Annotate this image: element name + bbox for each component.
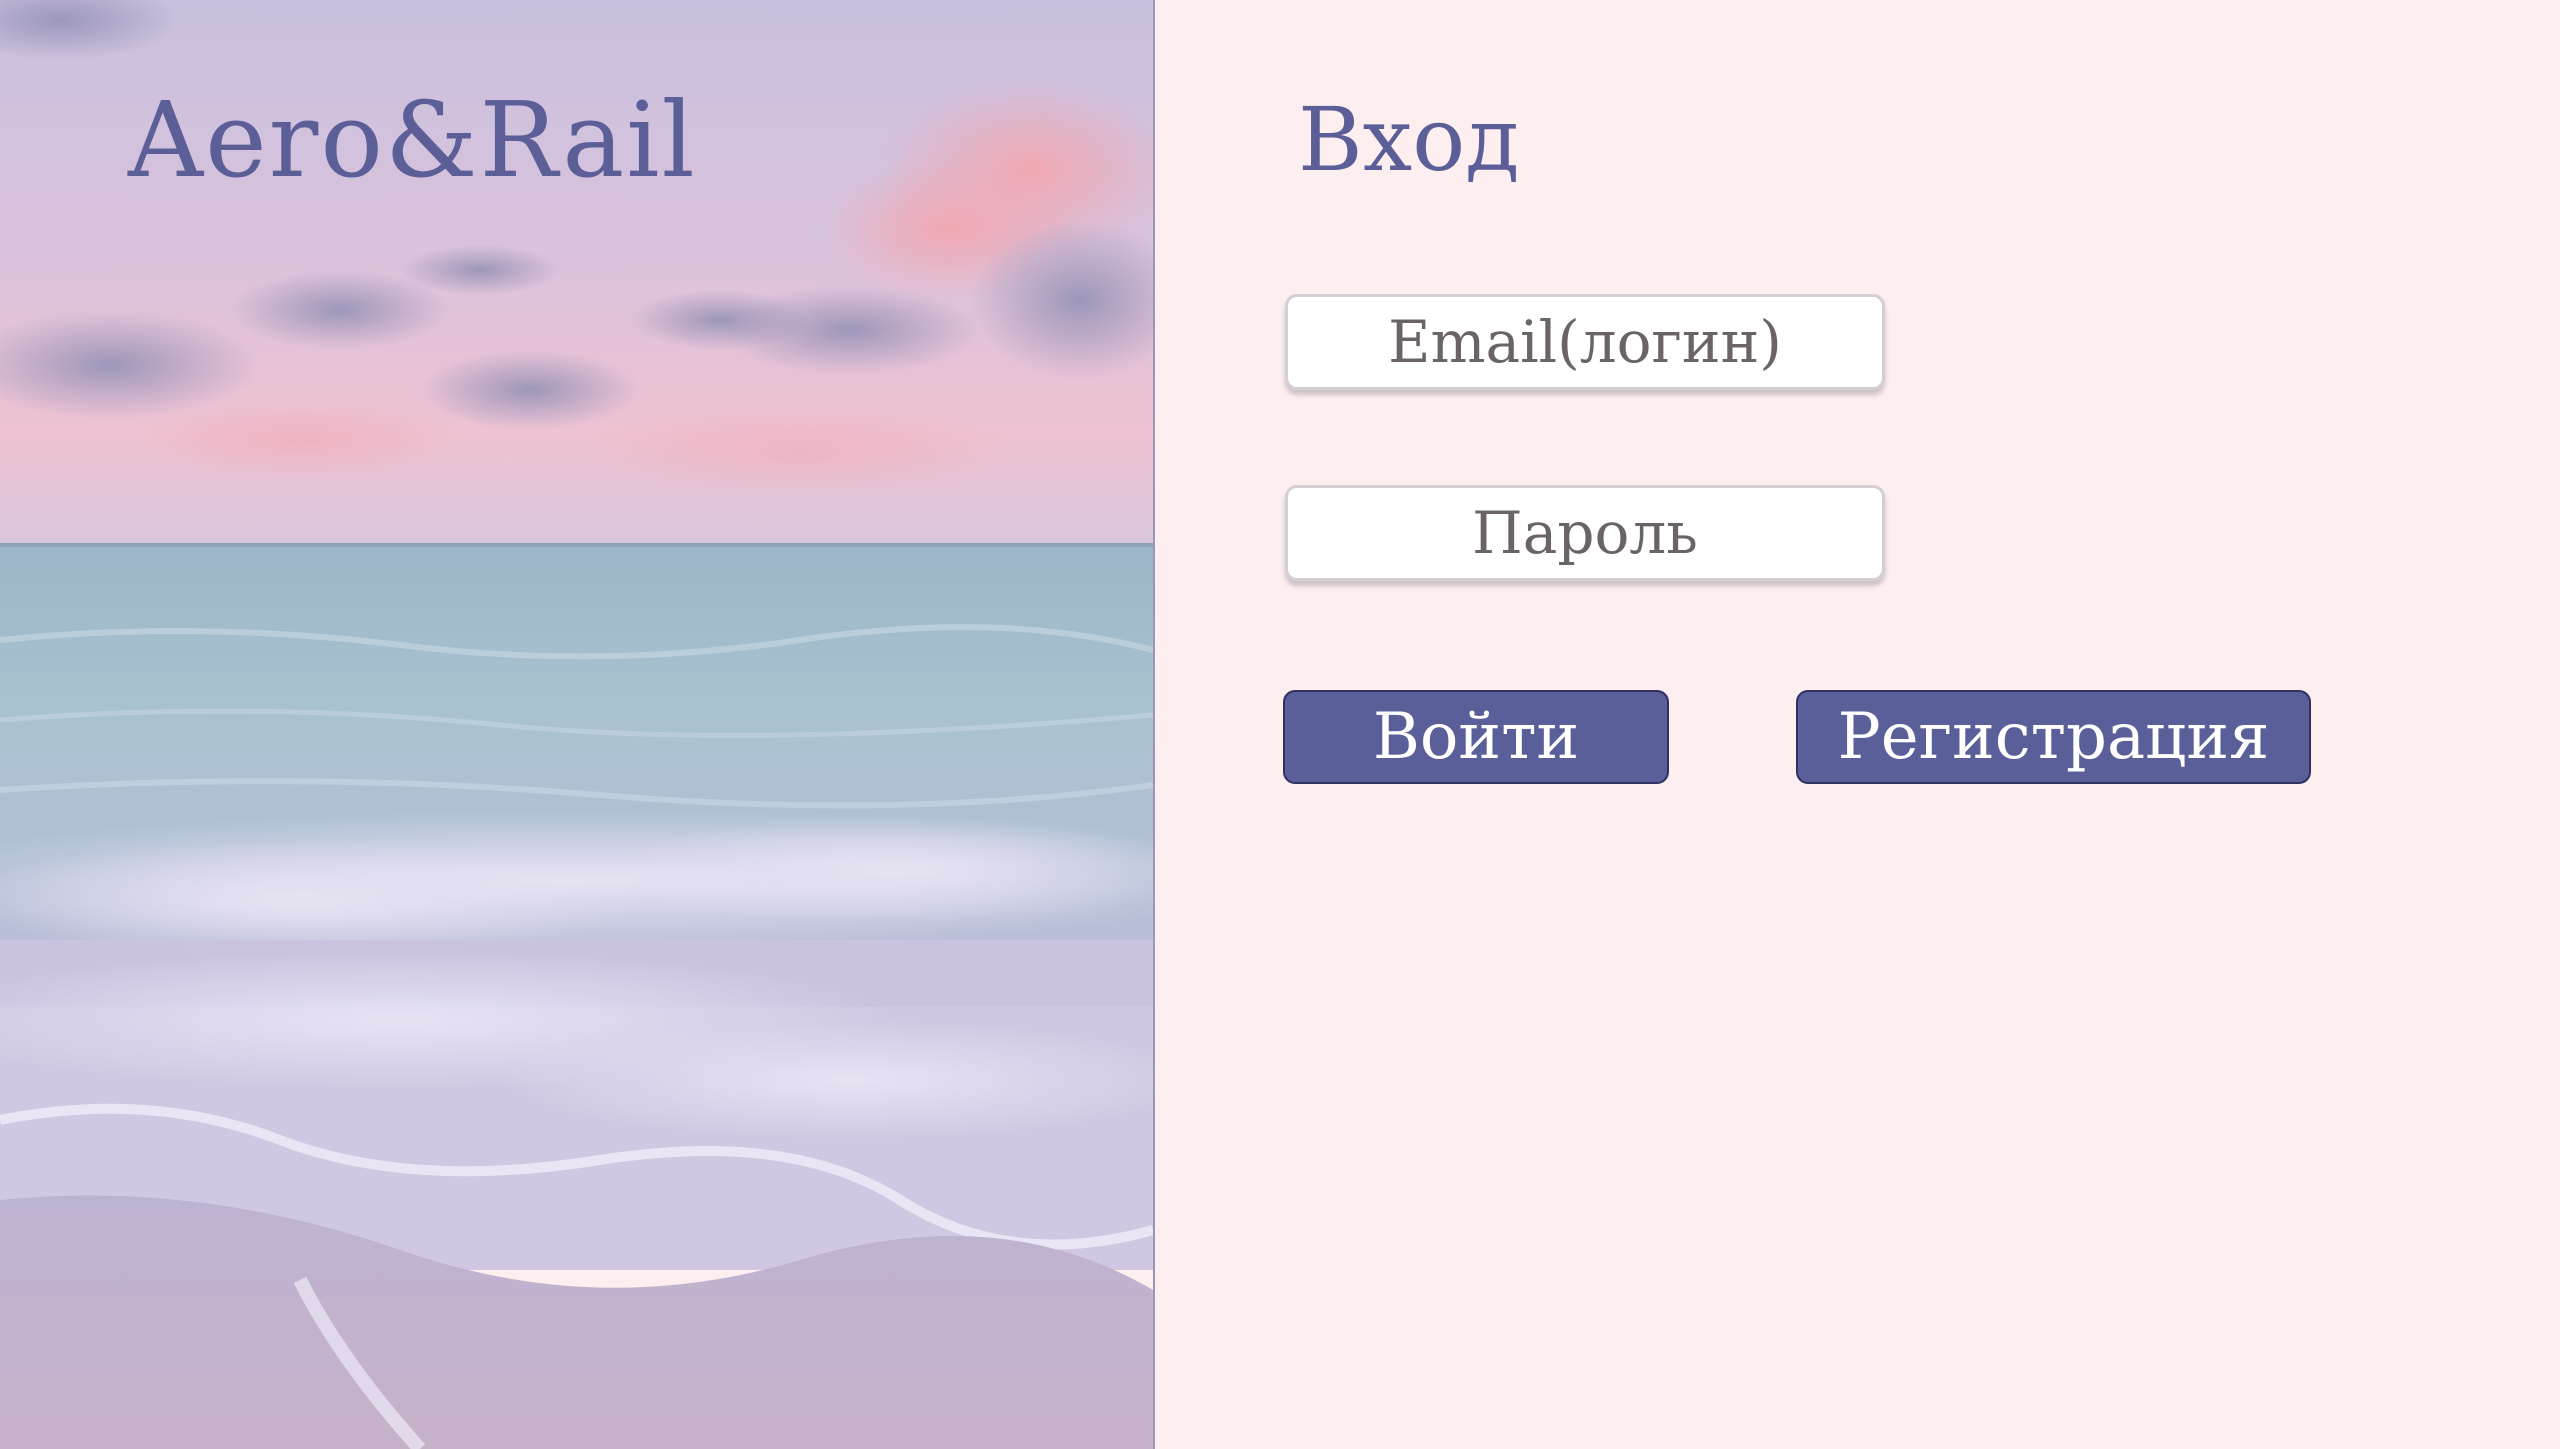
hero-panel: Aero&Rail [0, 0, 1155, 1449]
brand-logo-text: Aero&Rail [128, 79, 697, 201]
login-button[interactable]: Войти [1283, 690, 1669, 784]
hero-background-image [0, 0, 1153, 1449]
password-input[interactable] [1285, 485, 1885, 581]
login-form-panel: Вход Войти Регистрация [1155, 0, 2560, 1449]
login-page: Aero&Rail Вход Войти Регистрация [0, 0, 2560, 1449]
email-input[interactable] [1285, 294, 1885, 390]
register-button[interactable]: Регистрация [1796, 690, 2311, 784]
login-title: Вход [1298, 88, 1520, 191]
